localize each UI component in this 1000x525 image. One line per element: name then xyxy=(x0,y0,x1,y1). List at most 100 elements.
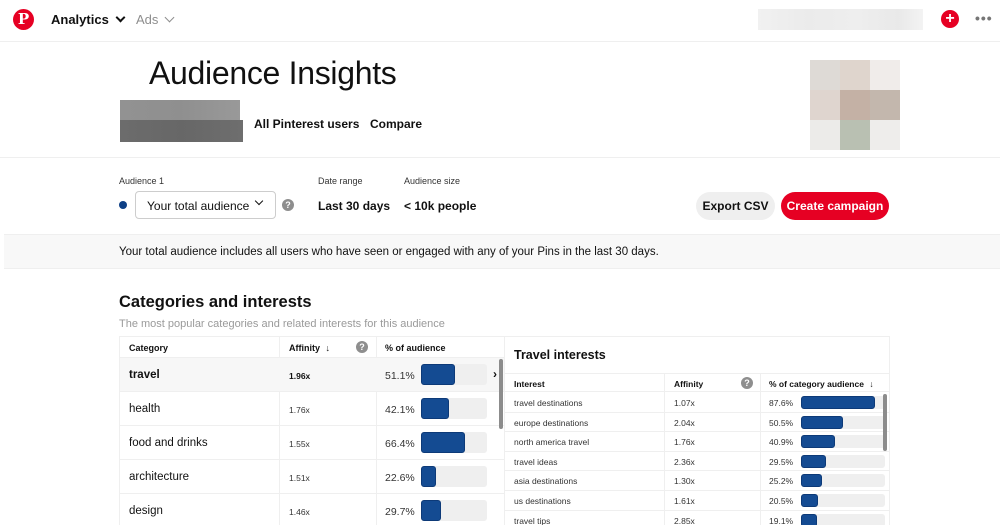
chevron-down-icon xyxy=(164,12,175,23)
interest-percent: 19.1% xyxy=(769,515,794,525)
category-affinity: 1.46x xyxy=(289,507,310,517)
audience-info-bar: Your total audience includes all users w… xyxy=(4,234,1000,269)
category-name: health xyxy=(129,403,161,415)
create-campaign-button[interactable]: Create campaign xyxy=(781,192,889,220)
interest-row[interactable]: travel tips 2.85x 19.1% xyxy=(505,511,889,525)
percent-bar-fill xyxy=(801,474,823,488)
interests-panel: Travel interests Interest Affinity ? % o… xyxy=(504,336,890,525)
column-header-affinity[interactable]: Affinity xyxy=(674,379,703,389)
percent-bar-track xyxy=(801,513,885,525)
account-name-redacted[interactable] xyxy=(758,9,923,30)
interest-affinity: 1.30x xyxy=(674,476,695,487)
column-header-percent[interactable]: % of category audience ↓ xyxy=(769,379,874,389)
interest-row[interactable]: us destinations 1.61x 20.5% xyxy=(505,491,889,511)
column-header-affinity[interactable]: Affinity ↓ xyxy=(289,343,330,353)
more-options-icon[interactable]: ••• xyxy=(975,10,993,26)
interest-percent: 20.5% xyxy=(769,496,794,506)
page-title: Audience Insights xyxy=(149,55,397,91)
category-row[interactable]: food and drinks 1.55x 66.4% xyxy=(120,426,504,460)
chevron-right-icon[interactable]: › xyxy=(493,367,497,381)
column-header-category[interactable]: Category xyxy=(129,343,168,353)
interest-percent: 40.9% xyxy=(769,437,794,448)
percent-bar-track xyxy=(421,500,487,521)
interest-row[interactable]: travel ideas 2.36x 29.5% xyxy=(505,452,889,472)
interest-affinity: 2.85x xyxy=(674,515,695,525)
interest-name: travel tips xyxy=(514,515,551,525)
audience-info-text: Your total audience includes all users w… xyxy=(119,246,659,258)
help-icon[interactable]: ? xyxy=(741,377,753,389)
section-subtitle: The most popular categories and related … xyxy=(119,318,445,330)
audience-select-value: Your total audience xyxy=(147,199,250,213)
interest-affinity: 1.07x xyxy=(674,398,695,408)
percent-label: % of category audience xyxy=(769,379,864,389)
interest-name: us destinations xyxy=(514,496,571,506)
percent-bar-fill xyxy=(801,396,875,409)
category-affinity: 1.51x xyxy=(289,473,310,483)
date-range-value: Last 30 days xyxy=(318,199,391,213)
percent-bar-fill xyxy=(801,513,818,525)
percent-bar-fill xyxy=(421,364,455,385)
column-header-percent[interactable]: % of audience xyxy=(385,343,446,353)
percent-bar-track xyxy=(801,454,885,468)
percent-bar-fill xyxy=(801,494,819,507)
section-title: Categories and interests xyxy=(119,293,312,311)
date-range-label: Date range xyxy=(318,176,363,186)
tab-all-pinterest-users[interactable]: All Pinterest users xyxy=(254,117,359,131)
interest-affinity: 2.04x xyxy=(674,417,695,428)
sort-down-icon: ↓ xyxy=(325,343,331,353)
audience-size-label: Audience size xyxy=(404,176,461,186)
sort-down-icon: ↓ xyxy=(869,379,874,389)
percent-bar-fill xyxy=(421,432,465,453)
interest-row[interactable]: travel destinations 1.07x 87.6% xyxy=(505,393,889,413)
scrollbar-thumb[interactable] xyxy=(883,394,887,451)
interest-row[interactable]: asia destinations 1.30x 25.2% xyxy=(505,471,889,491)
scrollbar-thumb[interactable] xyxy=(499,359,503,429)
percent-bar-fill xyxy=(801,435,836,449)
tab-compare[interactable]: Compare xyxy=(370,117,422,131)
category-name: food and drinks xyxy=(129,437,208,449)
interest-percent: 25.2% xyxy=(769,476,794,487)
create-plus-icon[interactable]: + xyxy=(941,10,959,28)
help-icon[interactable]: ? xyxy=(282,199,294,211)
category-affinity: 1.55x xyxy=(289,439,310,449)
interest-percent: 50.5% xyxy=(769,417,794,428)
category-name: travel xyxy=(129,369,160,381)
ads-label: Ads xyxy=(136,12,159,27)
interests-title: Travel interests xyxy=(514,348,606,362)
affinity-label: Affinity xyxy=(289,343,320,353)
interest-name: travel ideas xyxy=(514,456,558,467)
percent-bar-track xyxy=(801,396,885,409)
category-row[interactable]: architecture 1.51x 22.6% xyxy=(120,460,504,494)
category-name: design xyxy=(129,505,163,517)
category-percent: 29.7% xyxy=(385,506,415,518)
profile-tab-redacted[interactable] xyxy=(120,100,243,142)
export-csv-button[interactable]: Export CSV xyxy=(696,192,775,220)
interest-name: asia destinations xyxy=(514,476,578,487)
category-row[interactable]: design 1.46x 29.7% xyxy=(120,494,504,525)
redacted-block xyxy=(120,120,243,142)
pinterest-logo-icon[interactable]: P xyxy=(13,9,34,30)
category-percent: 66.4% xyxy=(385,438,415,450)
analytics-menu[interactable]: Analytics xyxy=(51,12,126,27)
percent-bar-track xyxy=(801,474,885,488)
percent-bar-track xyxy=(421,364,487,385)
interest-affinity: 1.76x xyxy=(674,437,695,448)
analytics-label: Analytics xyxy=(51,12,109,27)
category-row[interactable]: travel 1.96x 51.1% xyxy=(120,358,504,392)
percent-bar-fill xyxy=(801,415,844,429)
category-affinity: 1.76x xyxy=(289,405,310,415)
chevron-down-icon xyxy=(115,12,126,23)
category-percent: 22.6% xyxy=(385,472,415,484)
column-header-interest[interactable]: Interest xyxy=(514,379,545,389)
interest-affinity: 2.36x xyxy=(674,456,695,467)
interest-row[interactable]: north america travel 1.76x 40.9% xyxy=(505,432,889,452)
interest-row[interactable]: europe destinations 2.04x 50.5% xyxy=(505,413,889,433)
ads-menu[interactable]: Ads xyxy=(136,12,175,27)
percent-bar-track xyxy=(801,435,885,449)
audience-color-dot xyxy=(119,201,127,209)
help-icon[interactable]: ? xyxy=(356,341,368,353)
interests-table-header: Interest Affinity ? % of category audien… xyxy=(505,373,889,392)
audience-label: Audience 1 xyxy=(119,176,165,186)
category-row[interactable]: health 1.76x 42.1% xyxy=(120,392,504,426)
audience-select[interactable]: Your total audience xyxy=(135,191,276,219)
